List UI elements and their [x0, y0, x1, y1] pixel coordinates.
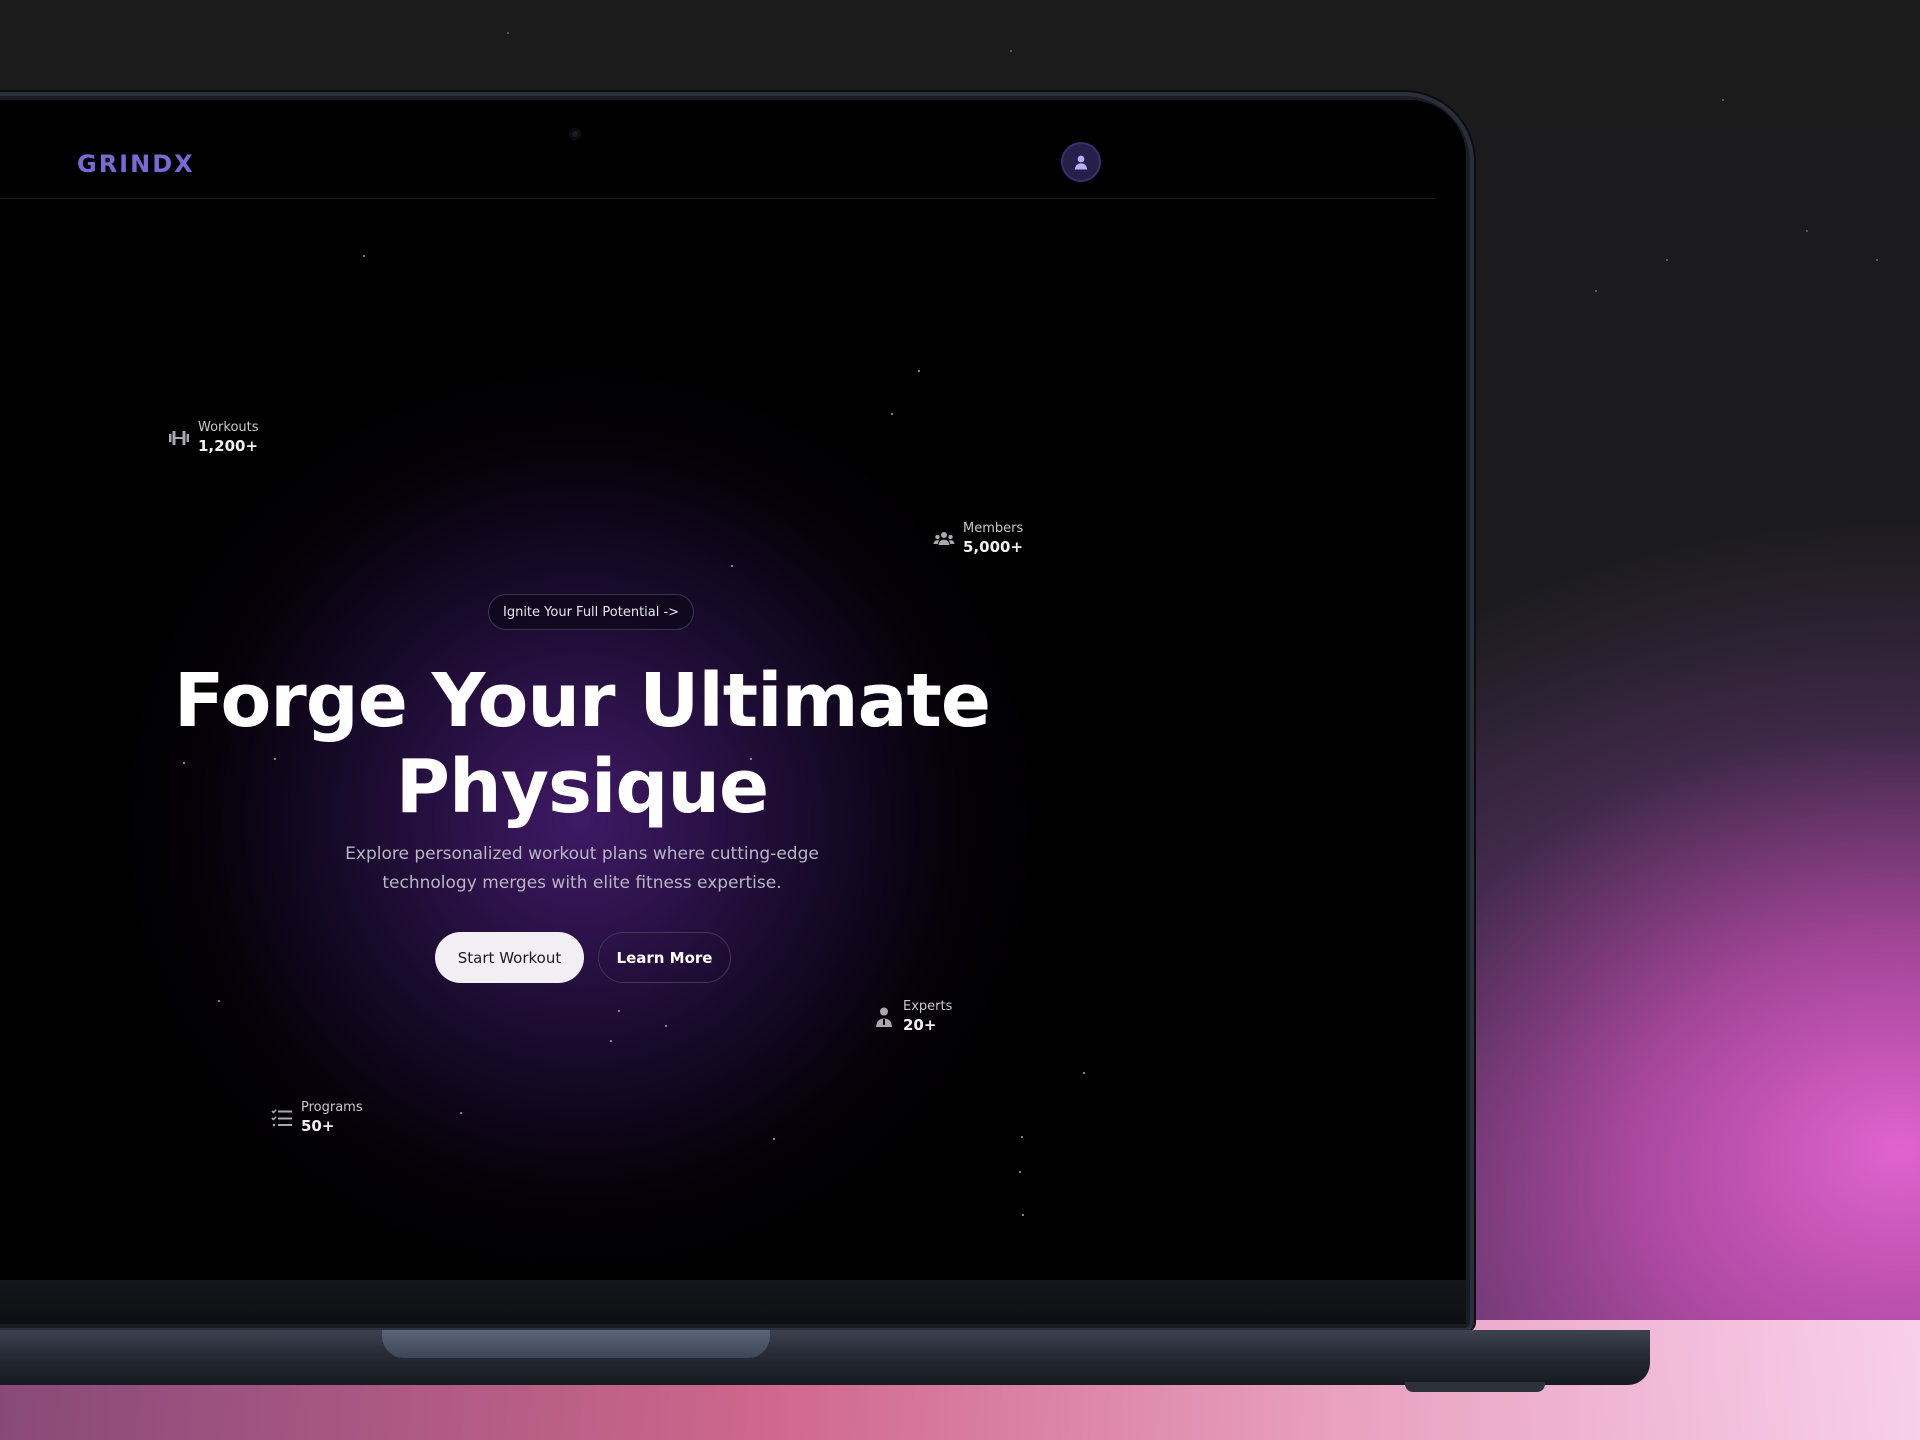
background-star	[1010, 50, 1012, 52]
screen-star	[610, 1040, 612, 1042]
screen-star	[1019, 1171, 1021, 1173]
dumbbell-icon	[168, 427, 190, 449]
list-icon	[271, 1107, 293, 1129]
screen-star	[460, 1112, 462, 1114]
users-icon	[933, 528, 955, 550]
stat-experts: Experts 20+	[873, 999, 952, 1035]
stat-workouts: Workouts 1,200+	[168, 420, 259, 456]
hero-subtext: Explore personalized workout plans where…	[340, 840, 824, 898]
screen-star	[918, 370, 920, 372]
stat-value: 1,200+	[198, 437, 259, 455]
screen-star	[363, 255, 365, 257]
screen-star	[731, 565, 733, 567]
stat-label: Experts	[903, 999, 953, 1014]
headline-line: Physique	[395, 744, 769, 830]
site-navbar: GRINDX	[0, 100, 1436, 199]
headline-line: Forge Your Ultimate	[173, 658, 991, 744]
background-star	[1666, 259, 1668, 261]
screen-star	[618, 1010, 620, 1012]
screen-star	[773, 1138, 775, 1140]
screen-bezel-bottom	[0, 1280, 1466, 1324]
subtext-line: technology merges with elite fitness exp…	[382, 873, 782, 893]
screen-star	[891, 413, 893, 415]
profile-avatar-button[interactable]	[1063, 144, 1099, 180]
screen-star	[1083, 1072, 1085, 1074]
laptop-screen: GRINDX Workouts 1,200+ Members 5,000+ Ex…	[0, 100, 1466, 1280]
background-star	[1595, 290, 1597, 292]
laptop-hinge-notch	[382, 1330, 770, 1358]
brand-logo[interactable]: GRINDX	[77, 150, 195, 178]
background-star	[1876, 259, 1878, 261]
screen-star	[218, 1000, 220, 1002]
stat-label: Members	[963, 521, 1024, 536]
subtext-line: Explore personalized workout plans where…	[345, 844, 819, 864]
tagline-pill[interactable]: Ignite Your Full Potential ->	[488, 594, 695, 630]
screen-star	[665, 1025, 667, 1027]
stat-value: 20+	[903, 1016, 937, 1034]
screen-star	[1021, 1136, 1023, 1138]
laptop-foot	[1405, 1382, 1545, 1392]
learn-more-button[interactable]: Learn More	[598, 932, 731, 983]
stat-members: Members 5,000+	[933, 521, 1023, 557]
screen-star	[1022, 1214, 1024, 1216]
mockup-background: GRINDX Workouts 1,200+ Members 5,000+ Ex…	[0, 0, 1920, 1440]
laptop-base	[0, 1330, 1650, 1385]
stat-label: Workouts	[198, 420, 259, 435]
stat-value: 50+	[301, 1117, 335, 1135]
stat-label: Programs	[301, 1100, 363, 1115]
stat-value: 5,000+	[963, 538, 1024, 556]
start-workout-button[interactable]: Start Workout	[435, 932, 584, 983]
stat-programs: Programs 50+	[271, 1100, 363, 1136]
background-star	[1806, 230, 1808, 232]
background-star	[1722, 99, 1724, 101]
expert-icon	[873, 1006, 895, 1028]
hero-headline: Forge Your Ultimate Physique	[163, 658, 1001, 830]
user-icon	[1074, 155, 1088, 170]
background-star	[507, 32, 509, 34]
